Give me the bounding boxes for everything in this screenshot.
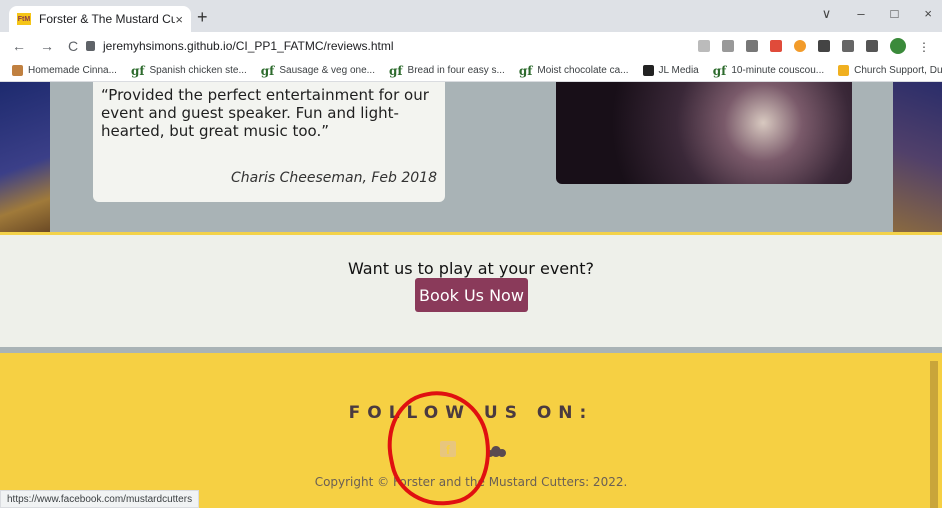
flower-icon <box>12 65 23 76</box>
lock-icon[interactable] <box>86 41 95 51</box>
menu-icon[interactable]: ⋮ <box>918 40 930 54</box>
bookmark-item[interactable]: gf Bread in four easy s... <box>389 64 505 78</box>
extension-g-icon[interactable] <box>794 40 806 52</box>
profile-avatar-icon[interactable] <box>890 38 906 54</box>
review-card: “Provided the perfect entertainment for … <box>93 82 445 202</box>
gf-icon: gf <box>260 63 275 78</box>
bookmark-item[interactable]: gf Moist chocolate ca... <box>519 64 629 78</box>
bookmark-item[interactable]: gf Spanish chicken ste... <box>131 64 247 78</box>
site-favicon-icon: FtM <box>17 13 31 25</box>
castle-image-left <box>0 82 50 232</box>
url-text: jeremyhsimons.github.io/CI_PP1_FATMC/rev… <box>103 39 394 53</box>
review-quote: “Provided the perfect entertainment for … <box>101 86 429 140</box>
gf-icon: gf <box>130 63 145 78</box>
nav-buttons: ← → C <box>12 38 78 54</box>
gf-icon: gf <box>712 63 727 78</box>
gf-icon: gf <box>518 63 533 78</box>
window-controls: ∨ – □ × <box>822 6 932 22</box>
follow-heading: FOLLOW US ON: <box>348 403 594 423</box>
soundcloud-icon[interactable] <box>486 445 506 457</box>
booking-question: Want us to play at your event? <box>347 259 595 278</box>
address-bar-row: ← → C jeremyhsimons.github.io/CI_PP1_FAT… <box>0 32 942 60</box>
bookmark-label: Bread in four easy s... <box>407 65 505 76</box>
bookmark-label: Church Support, Du... <box>854 65 942 76</box>
bookmark-item[interactable]: Church Support, Du... <box>838 65 942 76</box>
minimize-button[interactable]: – <box>857 6 864 22</box>
book-us-now-button[interactable]: Book Us Now <box>415 278 528 312</box>
reviews-section: “Provided the perfect entertainment for … <box>0 82 942 232</box>
extensions-area: ⋮ <box>698 38 930 54</box>
tab-search-icon[interactable]: ∨ <box>822 6 832 22</box>
band-photo <box>556 82 852 184</box>
bookmark-item[interactable]: Homemade Cinna... <box>12 65 117 76</box>
reload-button[interactable]: C <box>68 38 78 54</box>
footer: FOLLOW US ON: f Copyright © Forster and … <box>0 353 942 508</box>
tab-title: Forster & The Mustard Cutters <box>39 12 176 26</box>
extension-red-icon[interactable] <box>770 40 782 52</box>
bookmarks-bar: Homemade Cinna... gf Spanish chicken ste..… <box>0 60 942 82</box>
browser-tab[interactable]: FtM Forster & The Mustard Cutters × <box>9 6 191 32</box>
forward-button[interactable]: → <box>40 38 54 54</box>
review-author: Charis Cheeseman, Feb 2018 <box>230 170 437 186</box>
church-icon <box>838 65 850 76</box>
bookmark-item[interactable]: gf 10-minute couscou... <box>713 64 824 78</box>
page-content: “Provided the perfect entertainment for … <box>0 82 942 508</box>
social-icons: f <box>440 441 506 457</box>
new-tab-button[interactable]: + <box>197 7 208 28</box>
bookmark-label: Moist chocolate ca... <box>537 65 629 76</box>
castle-image-right <box>893 82 942 232</box>
tab-close-icon[interactable]: × <box>175 12 183 27</box>
close-window-button[interactable]: × <box>924 6 932 22</box>
tab-strip: FtM Forster & The Mustard Cutters × + ∨ … <box>0 0 942 32</box>
status-bar-url: https://www.facebook.com/mustardcutters <box>0 490 200 508</box>
reading-list-icon[interactable] <box>842 40 854 52</box>
back-button[interactable]: ← <box>12 38 26 54</box>
puzzle-icon[interactable] <box>818 40 830 52</box>
star-icon[interactable] <box>722 40 734 52</box>
jl-icon <box>642 65 654 76</box>
bookmark-item[interactable]: JL Media <box>642 65 699 76</box>
bookmark-label: Homemade Cinna... <box>28 65 117 76</box>
extension-flag-icon[interactable] <box>746 40 758 52</box>
bookmark-label: Sausage & veg one... <box>279 65 375 76</box>
facebook-icon[interactable]: f <box>440 441 456 457</box>
maximize-button[interactable]: □ <box>891 6 899 22</box>
side-panel-icon[interactable] <box>866 40 878 52</box>
booking-section: Want us to play at your event? Book Us N… <box>0 235 942 347</box>
bookmark-label: Spanish chicken ste... <box>149 65 247 76</box>
share-icon[interactable] <box>698 40 710 52</box>
gf-icon: gf <box>388 63 403 78</box>
bookmark-label: JL Media <box>658 65 699 76</box>
bookmark-item[interactable]: gf Sausage & veg one... <box>261 64 375 78</box>
bookmark-label: 10-minute couscou... <box>731 65 825 76</box>
copyright-text: Copyright © Forster and the Mustard Cutt… <box>314 475 628 489</box>
